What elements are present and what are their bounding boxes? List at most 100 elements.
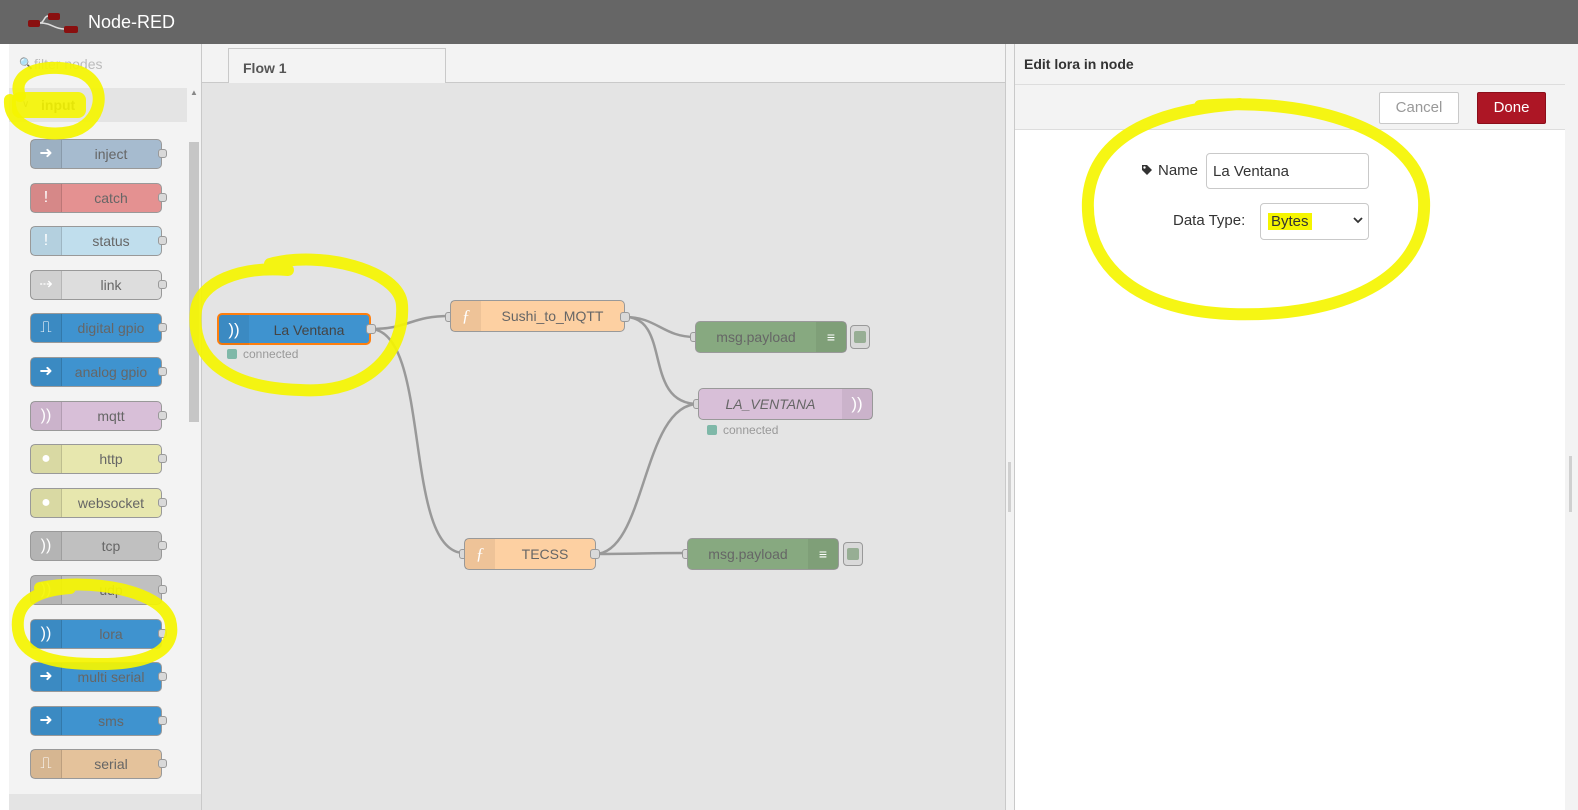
status-text: connected — [723, 423, 779, 437]
arrow-right-icon: ➜ — [31, 140, 62, 168]
palette-category-label: input — [41, 97, 76, 113]
palette-node-http[interactable]: ● http — [30, 444, 167, 475]
globe-icon: ● — [31, 445, 62, 474]
palette-node-label: link — [100, 276, 122, 293]
palette-node-label: digital gpio — [77, 320, 145, 337]
flow-node-debug-1[interactable]: msg.payload ≡ — [695, 321, 847, 353]
left-gutter — [0, 44, 9, 810]
palette-node-label: udp — [99, 582, 123, 598]
header-bar: Node-RED — [0, 0, 1578, 44]
app-title: Node-RED — [88, 12, 176, 32]
output-port — [158, 192, 167, 202]
node-label: msg.payload — [716, 329, 796, 345]
palette-node-serial[interactable]: ⎍ serial — [30, 749, 167, 780]
palette-node-catch[interactable]: ! catch — [30, 182, 167, 213]
output-port — [158, 497, 167, 507]
output-port[interactable] — [620, 312, 630, 322]
tray-grip[interactable] — [1569, 456, 1572, 512]
palette-node-label: status — [92, 233, 130, 250]
flow-node-debug-2[interactable]: msg.payload ≡ — [687, 538, 839, 570]
debug-toggle-button[interactable] — [843, 542, 863, 566]
edit-tray: Edit lora in node Cancel Done Name Data … — [1014, 44, 1578, 810]
palette-node-label: http — [99, 451, 123, 468]
chevron-down-icon — [1353, 217, 1363, 224]
palette-node-websocket[interactable]: ● websocket — [30, 487, 167, 518]
tab-flow-1[interactable]: Flow 1 — [228, 48, 446, 83]
output-port — [158, 323, 167, 333]
arrow-right-icon: ➜ — [31, 706, 62, 735]
palette-node-label: inject — [94, 146, 128, 162]
tray-toolbar: Cancel Done — [1015, 84, 1565, 130]
node-palette: 🔍 filter nodes ∨ input ▲ ➜ inject ! catch! s… — [9, 44, 202, 810]
output-port[interactable] — [366, 324, 376, 334]
radio-waves-icon: )) — [219, 315, 249, 345]
node-status: connected — [707, 423, 778, 437]
exclamation-icon: ! — [31, 227, 62, 256]
palette-scrollbar[interactable]: ▲ — [189, 88, 199, 810]
search-icon: 🔍 — [19, 58, 33, 70]
palette-scroll-thumb[interactable] — [189, 142, 199, 422]
cancel-button[interactable]: Cancel — [1379, 92, 1459, 124]
tab-label: Flow 1 — [243, 60, 287, 76]
flow-node-la-ventana[interactable]: )) La Ventana — [217, 313, 371, 345]
palette-node-tcp[interactable]: )) tcp — [30, 531, 167, 562]
radio-waves-icon: )) — [31, 532, 62, 561]
list-icon: ≡ — [808, 539, 838, 569]
done-button[interactable]: Done — [1477, 92, 1546, 124]
palette-node-multi-serial[interactable]: ➜ multi serial — [30, 662, 167, 693]
palette-filter[interactable]: 🔍 filter nodes — [9, 44, 201, 84]
scroll-up-icon[interactable]: ▲ — [190, 88, 198, 97]
output-port — [158, 149, 167, 158]
flow-node-la-ventana-out[interactable]: LA_VENTANA )) — [698, 388, 873, 420]
filter-placeholder[interactable]: filter nodes — [34, 56, 102, 72]
wire — [369, 327, 465, 555]
palette-node-lora[interactable]: )) lora — [30, 618, 167, 649]
name-label-text: Name — [1158, 162, 1199, 179]
globe-icon: ● — [31, 488, 62, 517]
palette-node-sms[interactable]: ➜ sms — [30, 705, 167, 736]
palette-node-inject[interactable]: ➜ inject — [30, 139, 167, 169]
output-port — [158, 279, 167, 289]
output-port — [158, 541, 167, 551]
tag-icon — [1142, 165, 1152, 175]
sidebar-splitter[interactable] — [1005, 44, 1014, 810]
status-dot-icon — [227, 349, 237, 359]
palette-node-udp[interactable]: )) udp — [30, 575, 167, 605]
status-dot-icon — [707, 425, 717, 435]
palette-node-label: tcp — [101, 538, 121, 555]
wire — [594, 551, 688, 556]
list-icon: ≡ — [816, 322, 846, 352]
palette-node-link[interactable]: ⇢ link — [30, 269, 167, 300]
palette-node-digital-gpio[interactable]: ⎍ digital gpio — [30, 313, 167, 344]
output-port — [158, 759, 167, 769]
flow-node-tecss[interactable]: ƒ TECSS — [464, 538, 596, 570]
radio-waves-icon: )) — [31, 576, 62, 604]
chevron-down-icon: ∨ — [22, 99, 30, 110]
output-port — [158, 454, 167, 464]
node-label: msg.payload — [708, 546, 788, 562]
palette-node-label: lora — [99, 625, 123, 642]
output-port — [158, 410, 167, 420]
output-port[interactable] — [590, 549, 600, 559]
function-icon: ƒ — [465, 539, 495, 569]
name-input[interactable] — [1206, 153, 1369, 189]
palette-node-label: websocket — [77, 494, 145, 511]
output-port — [158, 585, 167, 594]
node-label: TECSS — [521, 546, 569, 562]
palette-node-status[interactable]: ! status — [30, 226, 167, 257]
name-label: Name — [1141, 162, 1198, 179]
palette-node-label: multi serial — [77, 669, 145, 686]
arrow-right-icon: ➜ — [31, 663, 62, 692]
splitter-grip[interactable] — [1008, 462, 1011, 512]
flow-wires — [369, 314, 699, 556]
status-text: connected — [243, 347, 299, 361]
debug-toggle-button[interactable] — [850, 325, 870, 349]
palette-category-input[interactable]: ∨ input — [9, 88, 187, 122]
flow-node-sushi-to-mqtt[interactable]: ƒ Sushi_to_MQTT — [450, 300, 625, 332]
palette-node-mqtt[interactable]: )) mqtt — [30, 400, 167, 431]
palette-node-label: analog gpio — [74, 364, 148, 380]
datatype-select[interactable]: Bytes — [1260, 203, 1369, 240]
wire — [369, 314, 451, 331]
workspace-canvas[interactable]: )) La Ventana connected ƒ Sushi_to_MQTT … — [202, 83, 1005, 810]
palette-node-analog-gpio[interactable]: ➜ analog gpio — [30, 357, 167, 387]
